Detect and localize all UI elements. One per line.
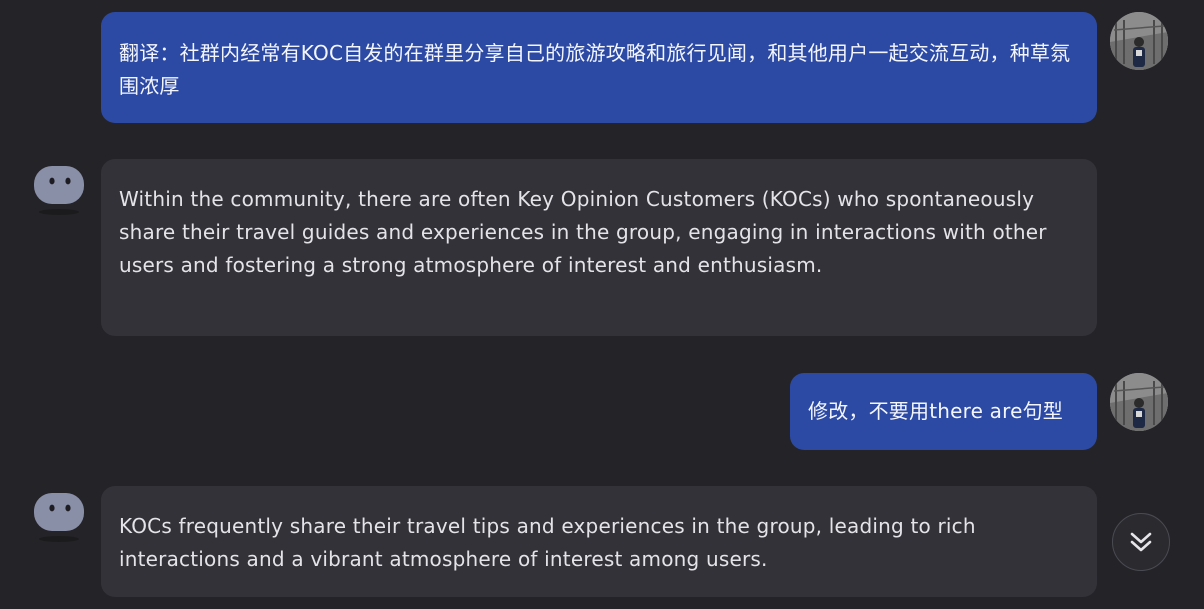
user-message-bubble: 翻译：社群内经常有KOC自发的在群里分享自己的旅游攻略和旅行见闻，和其他用户一起… xyxy=(101,12,1097,123)
assistant-message-bubble: KOCs frequently share their travel tips … xyxy=(101,486,1097,597)
assistant-message-bubble: Within the community, there are often Ke… xyxy=(101,159,1097,336)
assistant-message-text: Within the community, there are often Ke… xyxy=(119,187,1047,277)
bot-avatar-icon xyxy=(33,490,85,548)
double-chevron-down-icon xyxy=(1130,532,1152,552)
user-message-text: 修改，不要用there are句型 xyxy=(808,399,1064,423)
scroll-to-bottom-button[interactable] xyxy=(1112,513,1170,571)
user-avatar xyxy=(1110,373,1168,431)
chat-conversation: 翻译：社群内经常有KOC自发的在群里分享自己的旅游攻略和旅行见闻，和其他用户一起… xyxy=(0,0,1204,609)
bot-avatar-icon xyxy=(33,163,85,221)
user-avatar xyxy=(1110,12,1168,70)
user-message-bubble: 修改，不要用there are句型 xyxy=(790,373,1097,450)
user-message-text: 翻译：社群内经常有KOC自发的在群里分享自己的旅游攻略和旅行见闻，和其他用户一起… xyxy=(119,41,1071,98)
assistant-message-text: KOCs frequently share their travel tips … xyxy=(119,514,976,571)
